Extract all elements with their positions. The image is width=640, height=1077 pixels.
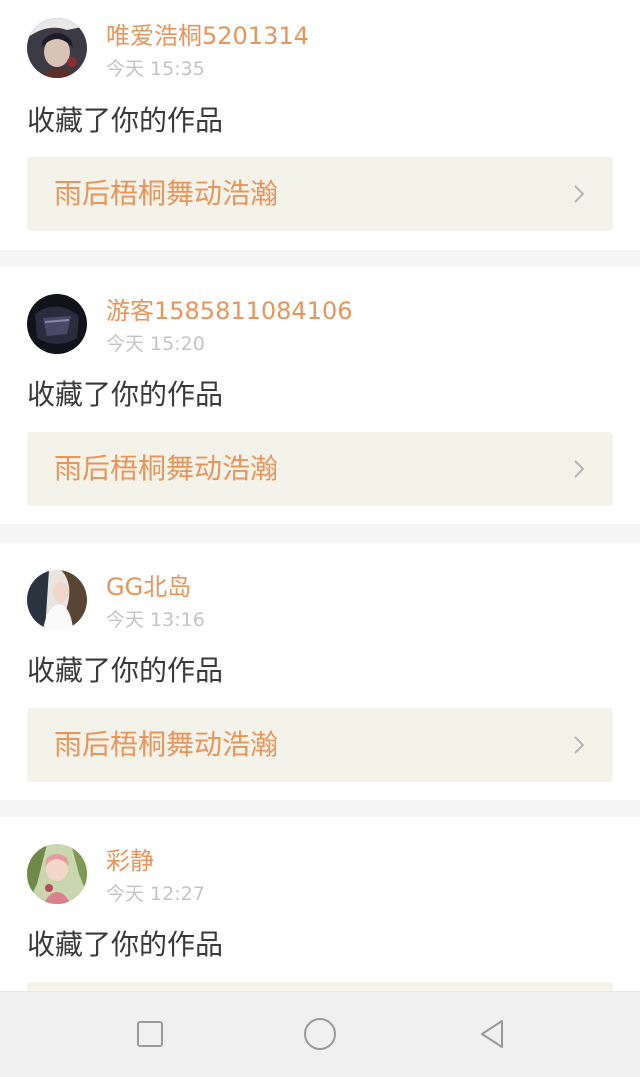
system-navigation-bar [0,991,640,1077]
timestamp: 今天 15:20 [106,333,205,355]
notification-card: 游客1585811084106 今天 15:20 收藏了你的作品 雨后梧桐舞动浩… [0,267,640,524]
back-button[interactable] [452,992,532,1077]
work-title: 雨后梧桐舞动浩瀚 [54,728,279,761]
triangle-back-icon [481,1020,503,1048]
avatar[interactable] [27,294,87,354]
timestamp: 今天 15:35 [106,58,205,80]
work-link[interactable]: 雨后梧桐舞动浩瀚 [27,432,613,506]
avatar[interactable] [27,844,87,904]
work-link[interactable]: 雨后梧桐舞动浩瀚 [27,157,613,231]
chevron-right-icon [574,185,585,203]
username[interactable]: 唯爱浩桐5201314 [106,20,309,52]
timestamp: 今天 12:27 [106,883,205,905]
work-link[interactable]: 雨后梧桐舞动浩瀚 [27,708,613,782]
circle-home-icon [304,1018,336,1050]
timestamp: 今天 13:16 [106,609,205,631]
username[interactable]: 彩静 [106,845,154,877]
work-title: 雨后梧桐舞动浩瀚 [54,177,279,210]
username[interactable]: 游客1585811084106 [106,295,353,327]
home-button[interactable] [280,992,360,1077]
chevron-right-icon [574,736,585,754]
action-text: 收藏了你的作品 [27,928,224,961]
username[interactable]: GG北岛 [106,571,191,603]
chevron-right-icon [574,460,585,478]
action-text: 收藏了你的作品 [27,378,224,411]
notification-card: 唯爱浩桐5201314 今天 15:35 收藏了你的作品 雨后梧桐舞动浩瀚 [0,0,640,250]
recent-apps-button[interactable] [110,992,190,1077]
avatar[interactable] [27,18,87,78]
notification-card: GG北岛 今天 13:16 收藏了你的作品 雨后梧桐舞动浩瀚 [0,543,640,800]
action-text: 收藏了你的作品 [27,654,224,687]
action-text: 收藏了你的作品 [27,104,224,137]
work-title: 雨后梧桐舞动浩瀚 [54,452,279,485]
avatar[interactable] [27,570,87,630]
square-icon [137,1021,163,1047]
